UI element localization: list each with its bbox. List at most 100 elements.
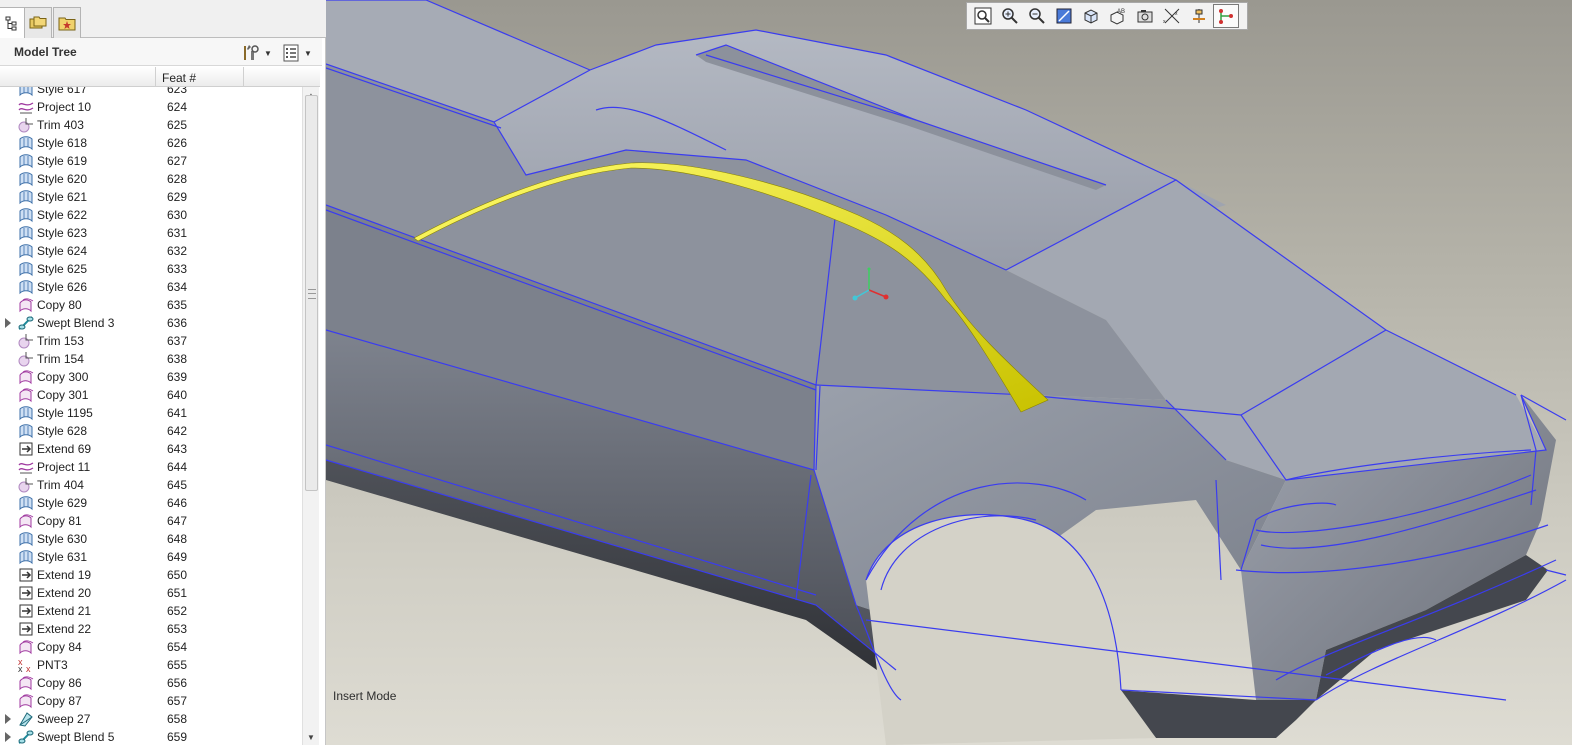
project-curve-icon (18, 99, 34, 115)
tree-item-label: Trim 404 (37, 478, 84, 492)
column-header-feat-number[interactable]: Feat # (162, 71, 196, 85)
swept-blend-icon (18, 315, 34, 331)
edge-curve (1545, 569, 1567, 576)
expand-arrow-icon[interactable] (5, 714, 11, 724)
spin-center-icon (1193, 9, 1205, 23)
tree-item[interactable]: Style 619 627 (0, 152, 302, 170)
tree-item[interactable]: Style 629 646 (0, 494, 302, 512)
tree-item[interactable]: Style 631 649 (0, 548, 302, 566)
tree-item[interactable]: Project 10 624 (0, 98, 302, 116)
style-surface-icon (18, 261, 34, 277)
expand-arrow-icon[interactable] (5, 318, 11, 328)
tree-vertical-scrollbar[interactable]: ▲ ▼ (302, 87, 319, 745)
tree-item[interactable]: Extend 20 651 (0, 584, 302, 602)
tree-item[interactable]: Trim 403 625 (0, 116, 302, 134)
scrollbar-thumb[interactable] (305, 95, 318, 491)
tree-item-label: Extend 21 (37, 604, 92, 618)
tree-item[interactable]: Copy 81 647 (0, 512, 302, 530)
tree-item[interactable]: Trim 154 638 (0, 350, 302, 368)
tree-item[interactable]: Swept Blend 5 659 (0, 728, 302, 745)
tree-item-feat-number: 635 (167, 298, 188, 312)
tree-item[interactable]: Style 624 632 (0, 242, 302, 260)
tree-item[interactable]: Copy 84 654 (0, 638, 302, 656)
tree-item[interactable]: Style 621 629 (0, 188, 302, 206)
tree-item[interactable]: Style 623 631 (0, 224, 302, 242)
zoom-out-button[interactable] (1024, 4, 1050, 28)
tree-item-label: Copy 300 (37, 370, 89, 384)
settings-menu-button[interactable]: ▼ (240, 42, 272, 64)
tools-icon (244, 45, 259, 60)
tree-item[interactable]: Style 618 626 (0, 134, 302, 152)
tree-item-label: Style 625 (37, 262, 88, 276)
car-body-model[interactable] (326, 0, 1572, 745)
tree-item[interactable]: Sweep 27 658 (0, 710, 302, 728)
tree-item[interactable]: Trim 404 645 (0, 476, 302, 494)
tree-item[interactable]: Copy 87 657 (0, 692, 302, 710)
column-divider[interactable] (155, 67, 156, 87)
tree-item-feat-number: 642 (167, 424, 188, 438)
tree-item[interactable]: Copy 300 639 (0, 368, 302, 386)
tree-item[interactable]: Style 617 623 (0, 87, 302, 98)
zoom-in-button[interactable] (997, 4, 1023, 28)
tree-item[interactable]: Copy 86 656 (0, 674, 302, 692)
chevron-down-icon: ▼ (304, 48, 312, 58)
tree-item[interactable]: Extend 19 650 (0, 566, 302, 584)
style-surface-icon (18, 189, 34, 205)
column-divider[interactable] (243, 67, 244, 87)
expand-arrow-icon[interactable] (5, 732, 11, 742)
view-toolbar: AB x x (966, 2, 1248, 30)
tree-item[interactable]: Trim 153 637 (0, 332, 302, 350)
refit-button[interactable] (970, 4, 996, 28)
tree-item[interactable]: Copy 301 640 (0, 386, 302, 404)
tree-item-feat-number: 632 (167, 244, 188, 258)
tree-item[interactable]: Style 626 634 (0, 278, 302, 296)
tree-item[interactable]: Style 620 628 (0, 170, 302, 188)
tree-item[interactable]: x x x PNT3 655 (0, 656, 302, 674)
tree-item-feat-number: 638 (167, 352, 188, 366)
tree-item-feat-number: 659 (167, 730, 188, 744)
tree-item[interactable]: Style 630 648 (0, 530, 302, 548)
graphics-window[interactable]: AB x x Insert Mode (326, 0, 1572, 745)
tree-item-feat-number: 629 (167, 190, 188, 204)
style-surface-icon (18, 207, 34, 223)
datum-display-icon: x x (1163, 8, 1180, 25)
extend-icon (18, 621, 34, 637)
copy-surface-icon (18, 387, 34, 403)
tree-item[interactable]: Style 625 633 (0, 260, 302, 278)
tree-item[interactable]: Swept Blend 3 636 (0, 314, 302, 332)
copy-surface-icon (18, 639, 34, 655)
tree-item[interactable]: Copy 80 635 (0, 296, 302, 314)
extend-icon (18, 441, 34, 457)
saved-views-button[interactable]: AB (1105, 4, 1131, 28)
tree-item[interactable]: Style 1195 641 (0, 404, 302, 422)
tree-item[interactable]: Extend 69 643 (0, 440, 302, 458)
tree-item-label: Extend 69 (37, 442, 92, 456)
tree-item-label: Copy 80 (37, 298, 82, 312)
tree-item-feat-number: 640 (167, 388, 188, 402)
tree-item-feat-number: 643 (167, 442, 188, 456)
datum-display-button[interactable]: x x (1159, 4, 1185, 28)
show-menu-button[interactable]: ▼ (282, 42, 312, 64)
tree-item-label: Style 619 (37, 154, 88, 168)
scroll-down-arrow-icon[interactable]: ▼ (303, 729, 319, 745)
copy-surface-icon (18, 297, 34, 313)
annotation-display-button[interactable] (1213, 4, 1239, 28)
tab-favorites[interactable] (53, 7, 81, 38)
scrollbar-grip-icon (308, 289, 316, 299)
tree-item[interactable]: Style 622 630 (0, 206, 302, 224)
tree-item-feat-number: 628 (167, 172, 188, 186)
repaint-button[interactable] (1051, 4, 1077, 28)
tab-model-tree[interactable] (0, 7, 26, 39)
tree-item[interactable]: Project 11 644 (0, 458, 302, 476)
style-surface-icon (18, 153, 34, 169)
tab-folder-browser[interactable] (24, 7, 52, 38)
tree-item-feat-number: 652 (167, 604, 188, 618)
tree-item[interactable]: Extend 22 653 (0, 620, 302, 638)
tree-item[interactable]: Extend 21 652 (0, 602, 302, 620)
swept-blend-icon (18, 729, 34, 745)
tree-item-feat-number: 634 (167, 280, 188, 294)
view-manager-button[interactable] (1132, 4, 1158, 28)
tree-item[interactable]: Style 628 642 (0, 422, 302, 440)
display-style-button[interactable] (1078, 4, 1104, 28)
spin-center-button[interactable] (1186, 4, 1212, 28)
